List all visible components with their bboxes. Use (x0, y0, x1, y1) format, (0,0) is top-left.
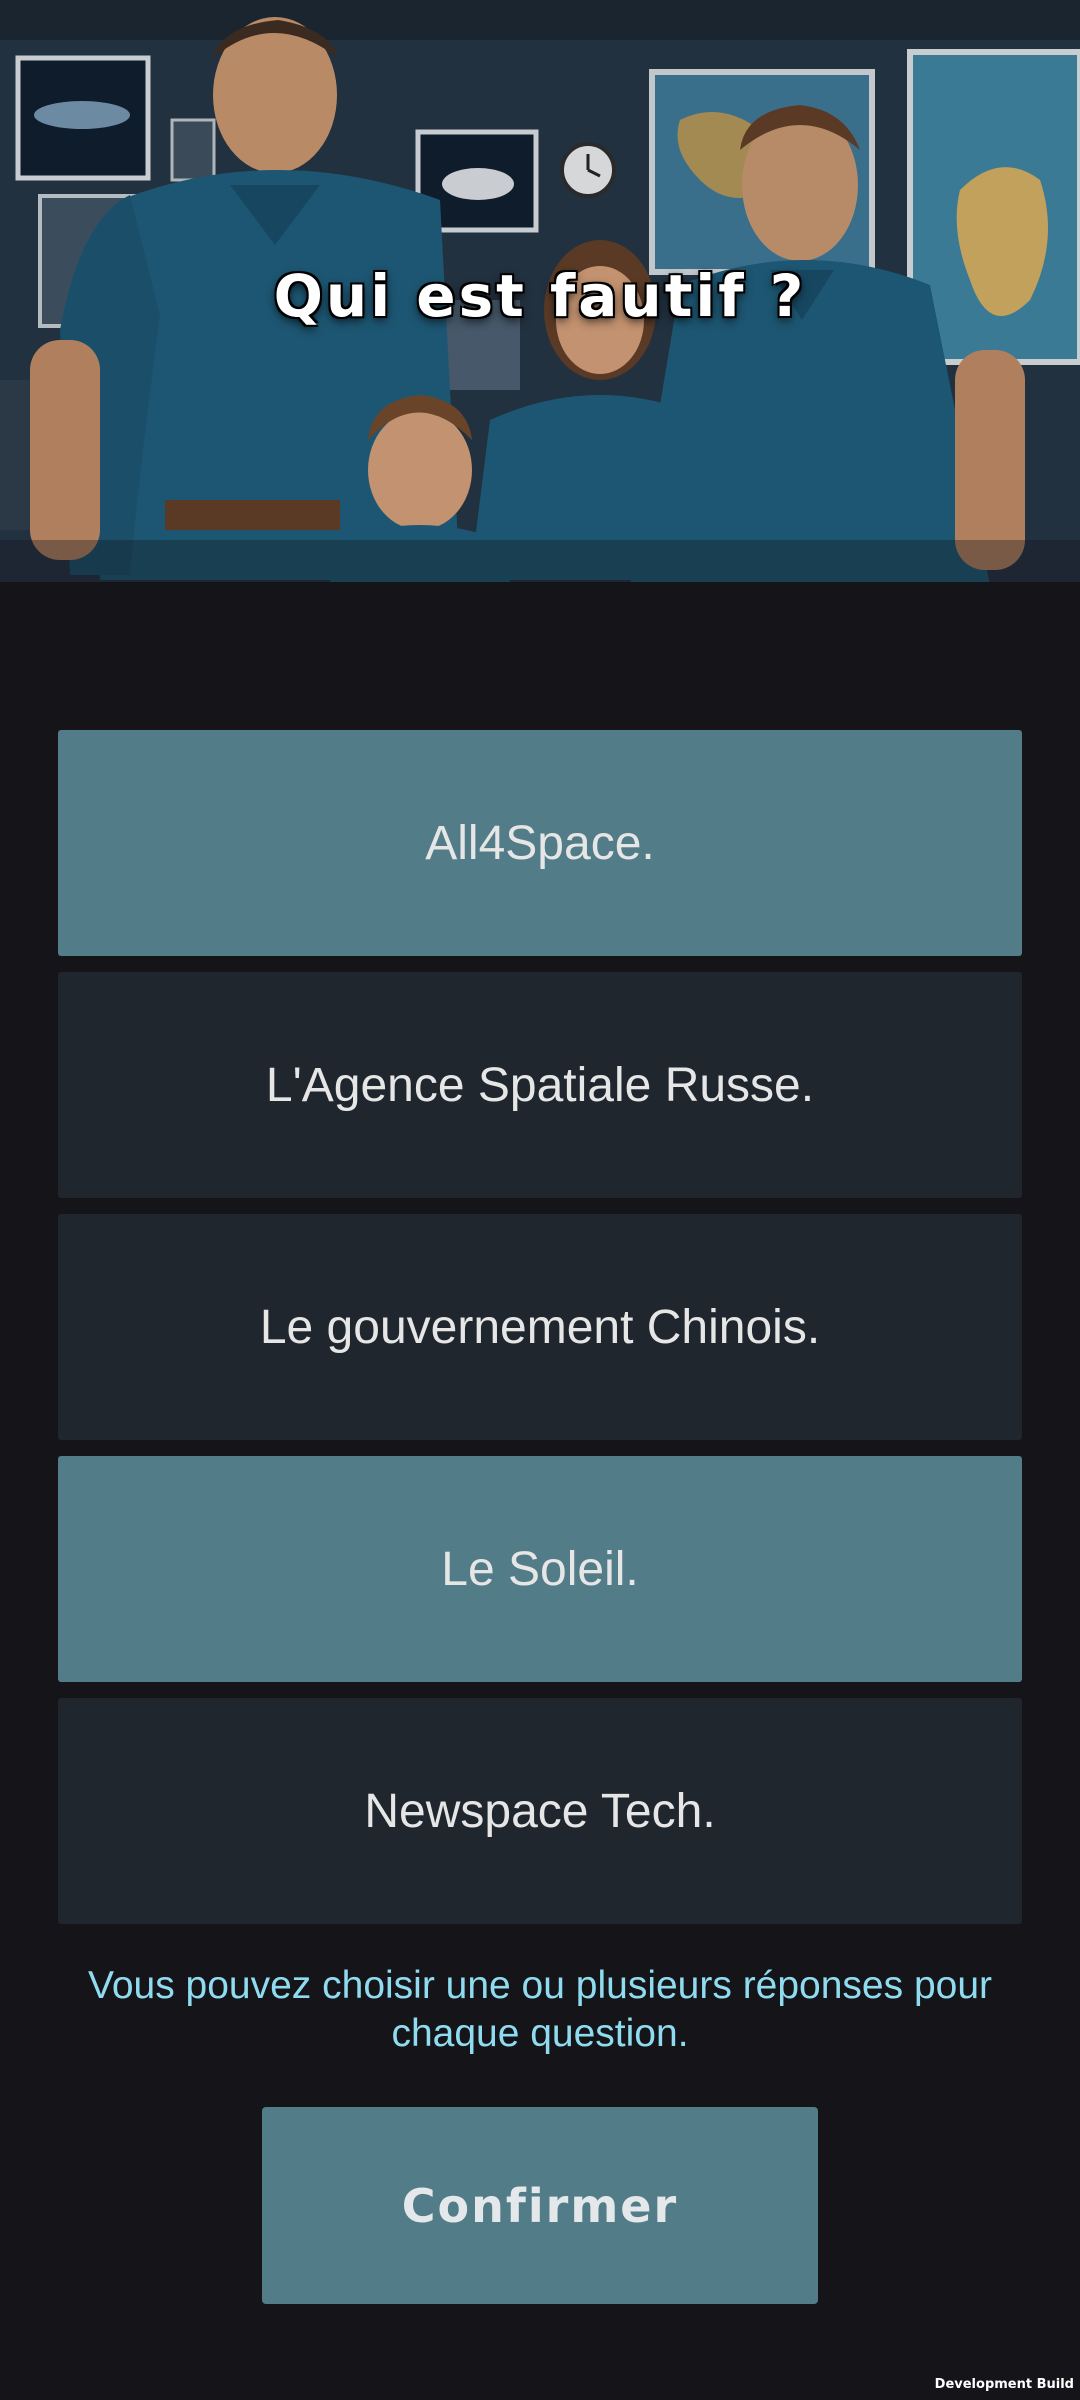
answer-option[interactable]: L'Agence Spatiale Russe. (58, 972, 1022, 1198)
question-illustration: Qui est fautif ? (0, 0, 1080, 582)
answer-option[interactable]: Le gouvernement Chinois. (58, 1214, 1022, 1440)
answer-options-list: All4Space. L'Agence Spatiale Russe. Le g… (58, 730, 1022, 1940)
answer-option[interactable]: All4Space. (58, 730, 1022, 956)
question-title: Qui est fautif ? (273, 262, 807, 330)
answer-option[interactable]: Le Soleil. (58, 1456, 1022, 1682)
multiple-choice-hint: Vous pouvez choisir une ou plusieurs rép… (87, 1964, 993, 2055)
development-build-label: Development Build (934, 2377, 1074, 2392)
confirm-button[interactable]: Confirmer (262, 2107, 818, 2304)
answer-option[interactable]: Newspace Tech. (58, 1698, 1022, 1924)
